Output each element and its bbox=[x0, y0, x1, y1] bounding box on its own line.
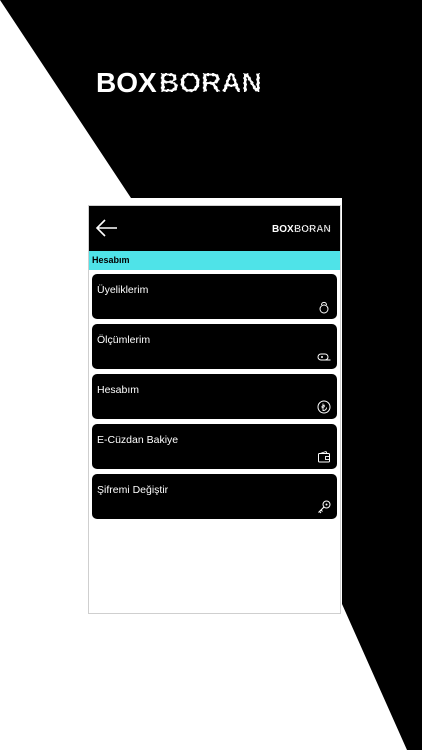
kettlebell-icon bbox=[317, 300, 331, 314]
menu-item-label: Üyeliklerim bbox=[97, 284, 149, 296]
menu-item-label: E-Cüzdan Bakiye bbox=[97, 434, 179, 446]
app-header: BOX BORAN bbox=[89, 206, 340, 251]
app-screen: BOX BORAN Hesabım Üyeliklerim Ölçümlerim… bbox=[88, 205, 341, 614]
menu-item-hesabim[interactable]: Hesabım bbox=[92, 374, 337, 419]
menu-item-label: Hesabım bbox=[97, 384, 140, 396]
arrow-left-icon bbox=[95, 219, 117, 237]
menu-list: Üyeliklerim Ölçümlerim Hesabım E-Cüzdan … bbox=[89, 270, 340, 519]
section-title: Hesabım bbox=[89, 251, 340, 270]
key-icon bbox=[317, 500, 331, 514]
brand-logo-text-boran: BORAN bbox=[159, 67, 262, 98]
menu-item-label: Ölçümlerim bbox=[97, 334, 151, 346]
menu-item-label: Şifremi Değiştir bbox=[97, 484, 169, 496]
header-logo-text-boran: BORAN bbox=[294, 224, 331, 234]
back-button[interactable] bbox=[95, 218, 119, 238]
menu-item-uyeliklerim[interactable]: Üyeliklerim bbox=[92, 274, 337, 319]
tape-measure-icon bbox=[317, 350, 331, 364]
menu-item-e-cuzdan-bakiye[interactable]: E-Cüzdan Bakiye bbox=[92, 424, 337, 469]
brand-logo: BOX BORAN bbox=[96, 66, 316, 98]
menu-item-olcumlerim[interactable]: Ölçümlerim bbox=[92, 324, 337, 369]
lira-coin-icon bbox=[317, 400, 331, 414]
header-logo: BOX BORAN bbox=[272, 222, 334, 234]
menu-item-sifremi-degistir[interactable]: Şifremi Değiştir bbox=[92, 474, 337, 519]
wallet-icon bbox=[317, 450, 331, 464]
header-logo-text-box: BOX bbox=[272, 224, 294, 234]
brand-logo-text-box: BOX bbox=[96, 67, 157, 98]
